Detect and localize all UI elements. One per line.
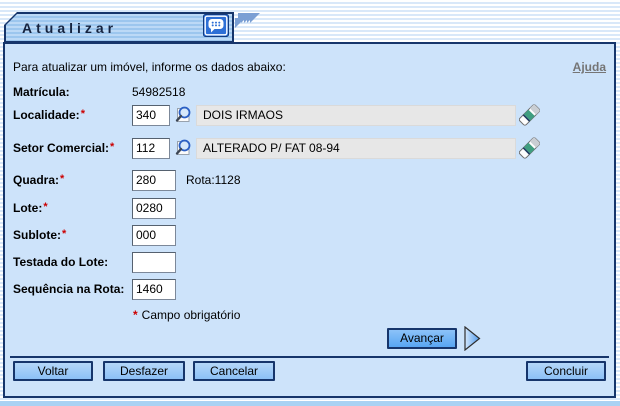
arrow-right-icon[interactable] xyxy=(464,326,481,351)
testada-label: Testada do Lote: xyxy=(13,255,126,269)
sequencia-label: Sequência na Rota: xyxy=(13,282,126,296)
quadra-input[interactable] xyxy=(132,170,176,191)
setor-comercial-label: Setor Comercial:* xyxy=(13,141,126,155)
concluir-button[interactable]: Concluir xyxy=(526,361,606,381)
field-row-quadra: Quadra:* Rota:1128 xyxy=(13,169,606,191)
required-note-text: Campo obrigatório xyxy=(142,308,241,322)
required-asterisk: * xyxy=(81,108,85,120)
localidade-label: Localidade:* xyxy=(13,108,126,122)
setor-comercial-description-field: ALTERADO P/ FAT 08-94 xyxy=(196,138,516,159)
lote-input[interactable] xyxy=(132,198,176,219)
advance-row: Avançar xyxy=(13,325,606,351)
required-asterisk: * xyxy=(133,308,138,322)
bottom-border-band xyxy=(0,401,620,406)
magnifier-icon[interactable] xyxy=(173,138,193,158)
field-row-matricula: Matrícula: 54982518 xyxy=(13,81,606,103)
quadra-label: Quadra:* xyxy=(13,173,126,187)
localidade-description-field: DOIS IRMAOS xyxy=(196,105,516,126)
avancar-button[interactable]: Avançar xyxy=(387,328,457,349)
field-row-sublote: Sublote:* xyxy=(13,224,606,246)
voltar-button[interactable]: Voltar xyxy=(13,361,93,381)
field-row-sequencia: Sequência na Rota: xyxy=(13,278,606,300)
lote-label: Lote:* xyxy=(13,201,126,215)
localidade-code-input[interactable] xyxy=(132,105,170,126)
window-title-bar: Atualizar xyxy=(4,12,234,43)
required-asterisk: * xyxy=(110,141,114,153)
desfazer-button[interactable]: Desfazer xyxy=(103,361,185,381)
matricula-label: Matrícula: xyxy=(13,85,126,99)
help-link[interactable]: Ajuda xyxy=(573,60,606,74)
required-asterisk: * xyxy=(62,228,66,240)
tab-bar: Localidade Endereço Cliente Subcategoria… xyxy=(235,13,250,53)
page-title: Atualizar xyxy=(22,20,117,36)
rota-value: Rota:1128 xyxy=(186,173,241,187)
sublote-label: Sublote:* xyxy=(13,228,126,242)
sublote-input[interactable] xyxy=(132,225,176,246)
eraser-icon[interactable] xyxy=(519,136,540,160)
field-row-testada: Testada do Lote: xyxy=(13,251,606,273)
required-asterisk: * xyxy=(60,173,64,185)
form-panel: Para atualizar um imóvel, informe os dad… xyxy=(3,42,616,398)
footer-divider xyxy=(10,356,609,358)
chat-bubble-icon[interactable] xyxy=(203,14,229,37)
matricula-value: 54982518 xyxy=(132,85,185,99)
setor-comercial-code-input[interactable] xyxy=(132,138,170,159)
intro-row: Para atualizar um imóvel, informe os dad… xyxy=(13,56,606,78)
cancelar-button[interactable]: Cancelar xyxy=(193,361,275,381)
intro-text: Para atualizar um imóvel, informe os dad… xyxy=(13,60,286,74)
magnifier-icon[interactable] xyxy=(173,105,193,125)
field-row-setor-comercial: Setor Comercial:* ALTERADO P/ FAT 08-94 xyxy=(13,137,606,159)
field-row-localidade: Localidade:* DOIS IRMAOS xyxy=(13,104,606,126)
testada-input[interactable] xyxy=(132,252,176,273)
eraser-icon[interactable] xyxy=(519,103,540,127)
required-note-row: * Campo obrigatório xyxy=(13,304,606,326)
sequencia-input[interactable] xyxy=(132,279,176,300)
footer-button-row: Voltar Desfazer Cancelar Concluir xyxy=(13,361,606,381)
field-row-lote: Lote:* xyxy=(13,197,606,219)
required-asterisk: * xyxy=(43,201,47,213)
